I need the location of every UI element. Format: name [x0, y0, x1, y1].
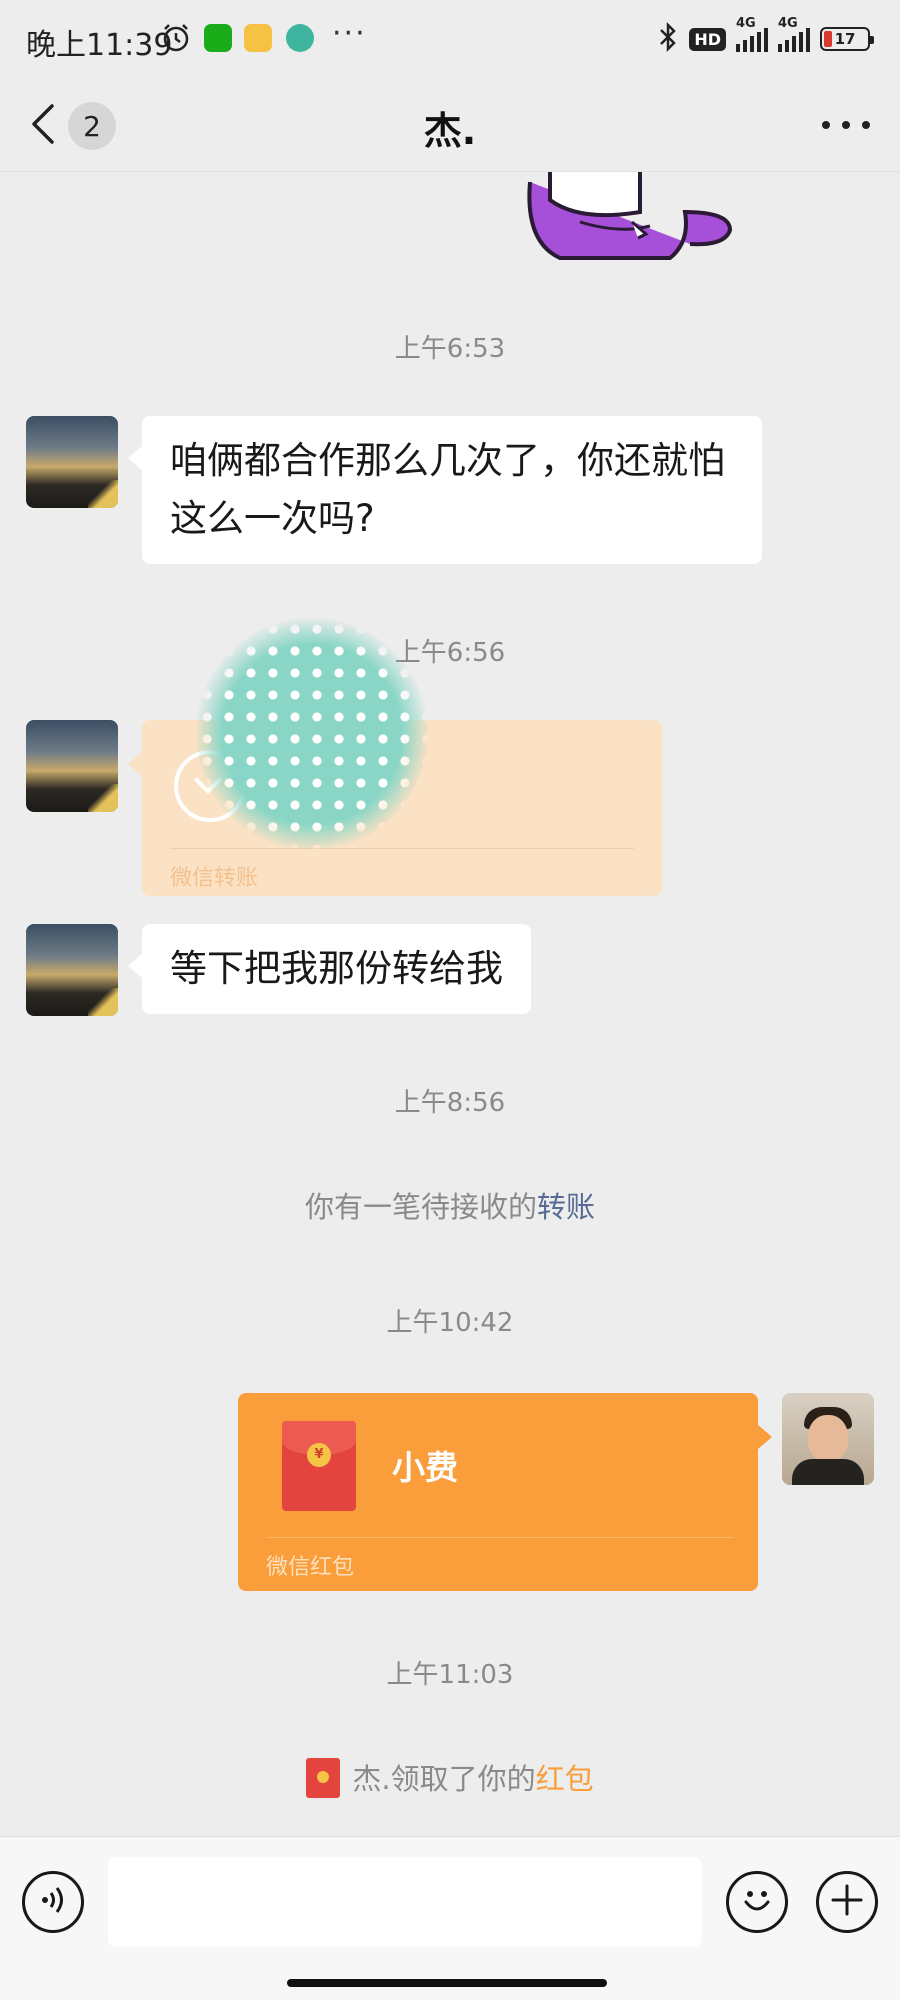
red-packet-label: 微信红包	[266, 1555, 355, 1580]
transfer-label: 微信转账	[170, 866, 259, 891]
app-icon-2	[286, 24, 314, 52]
red-packet-link[interactable]: 红包	[536, 1762, 594, 1796]
timestamp: 上午6:53	[394, 334, 506, 364]
page-title: 杰.	[423, 109, 477, 153]
voice-button[interactable]	[22, 1871, 84, 1933]
system-message: 你有一笔待接收的转账	[0, 1184, 900, 1226]
emoji-icon	[737, 1880, 777, 1924]
signal-icon-2: 4G	[778, 16, 810, 52]
network-type-label: 4G	[736, 16, 756, 31]
avatar[interactable]	[26, 720, 118, 812]
avatar[interactable]	[26, 924, 118, 1016]
divider	[266, 1537, 734, 1538]
chat-message-list[interactable]: 上午6:53 咱俩都合作那么几次了，你还就怕这么一次吗? 上午6:56 微信转账…	[0, 172, 900, 1836]
signal-icon: 4G	[736, 16, 768, 52]
hd-badge: HD	[689, 27, 726, 51]
status-right-group: HD 4G 4G 17	[657, 16, 874, 58]
bluetooth-icon	[657, 21, 679, 58]
my-avatar[interactable]	[782, 1393, 874, 1485]
red-packet-card[interactable]: ¥ 小费 微信红包	[238, 1393, 772, 1591]
avatar[interactable]	[26, 416, 118, 508]
alarm-icon	[160, 22, 192, 58]
more-icon	[822, 121, 870, 129]
red-packet-icon	[306, 1758, 341, 1798]
redaction-overlay	[196, 618, 428, 850]
status-bar: 晚上11:39 ··· HD 4G 4G 17	[0, 0, 900, 80]
plus-icon	[829, 1882, 865, 1922]
emoji-button[interactable]	[726, 1871, 788, 1933]
status-more-indicator: ···	[332, 16, 367, 51]
network-type-label-2: 4G	[778, 16, 798, 31]
divider	[170, 848, 634, 849]
sticker-image[interactable]	[520, 172, 740, 260]
chat-header: 2 杰.	[0, 80, 900, 172]
timestamp: 上午6:56	[394, 638, 506, 668]
system-message-text: 你有一笔待接收的	[304, 1190, 537, 1224]
home-indicator[interactable]	[287, 1979, 607, 1987]
message-bubble[interactable]: 等下把我那份转给我	[128, 924, 531, 1014]
app-icon	[244, 24, 272, 52]
wechat-icon	[204, 24, 232, 52]
system-message: 杰.领取了你的红包	[0, 1756, 900, 1798]
message-input[interactable]	[108, 1857, 702, 1947]
red-packet-icon: ¥	[282, 1421, 356, 1511]
voice-icon	[36, 1883, 70, 1921]
timestamp: 上午11:03	[386, 1660, 514, 1690]
more-button[interactable]	[822, 110, 870, 140]
message-bubble[interactable]: 咱俩都合作那么几次了，你还就怕这么一次吗?	[128, 416, 762, 564]
battery-level: 17	[834, 30, 856, 48]
timestamp: 上午10:42	[386, 1308, 514, 1338]
system-message-text: 杰.领取了你的	[352, 1762, 536, 1796]
input-bar	[0, 1836, 900, 2000]
transfer-link[interactable]: 转账	[537, 1190, 595, 1224]
timestamp: 上午8:56	[394, 1088, 506, 1118]
status-time: 晚上11:39	[26, 28, 173, 63]
plus-button[interactable]	[816, 1871, 878, 1933]
battery-icon: 17	[820, 27, 874, 51]
red-packet-title: 小费	[392, 1448, 458, 1487]
